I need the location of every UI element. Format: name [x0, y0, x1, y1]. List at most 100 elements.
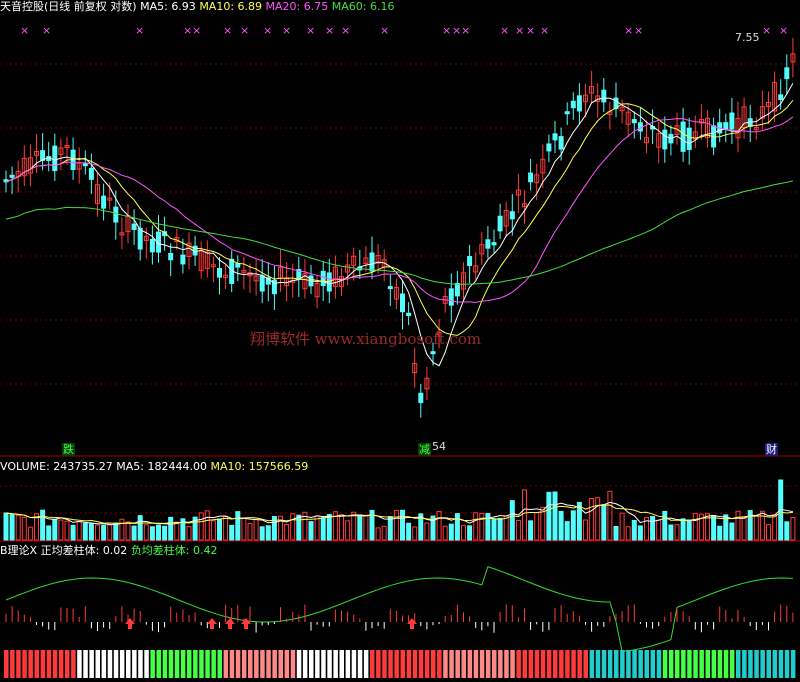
- signal-column: [223, 650, 229, 678]
- signal-column: [34, 650, 39, 678]
- candle-body: [418, 392, 424, 404]
- signal-column: [382, 650, 387, 678]
- signal-column: [742, 650, 747, 678]
- volume-bar: [631, 519, 637, 541]
- candle-body: [552, 133, 558, 141]
- volume-bar: [70, 524, 76, 541]
- event-marker-jian[interactable]: 减: [418, 443, 431, 456]
- candle-body: [180, 254, 186, 265]
- signal-column: [583, 650, 588, 678]
- volume-bar: [21, 516, 27, 541]
- signal-column: [357, 650, 363, 678]
- volume-bar: [680, 518, 686, 541]
- volume-bar: [101, 524, 107, 541]
- signal-column: [748, 650, 753, 678]
- volume-bar: [717, 525, 723, 541]
- candle-body: [448, 288, 454, 306]
- volume-bar: [113, 522, 119, 541]
- signal-column: [553, 650, 558, 678]
- candle-body: [400, 293, 405, 313]
- signal-column: [4, 650, 9, 678]
- signal-column: [461, 650, 466, 678]
- volume-bar: [692, 513, 698, 541]
- signal-column: [284, 650, 290, 678]
- volume-bar: [320, 517, 326, 541]
- volume-bar: [143, 524, 149, 541]
- pos-bar-label: 正均差柱体:: [40, 544, 100, 557]
- signal-column: [162, 650, 168, 678]
- volume-bar: [284, 524, 290, 541]
- signal-column: [516, 650, 521, 678]
- volume-bar: [174, 521, 180, 541]
- volume-bar: [168, 516, 174, 541]
- volume-bar: [253, 518, 259, 541]
- volume-bar: [662, 510, 668, 541]
- signal-column: [772, 650, 778, 678]
- volume-bar: [784, 521, 790, 541]
- candle-body: [369, 252, 375, 272]
- volume-bar: [589, 498, 595, 541]
- volume-bar: [326, 513, 332, 541]
- signal-column: [650, 650, 656, 678]
- signal-column: [778, 650, 784, 678]
- volume-bar: [546, 491, 552, 541]
- candle-body: [631, 119, 637, 124]
- signal-column: [620, 650, 625, 678]
- event-marker-die[interactable]: 跌: [62, 443, 75, 456]
- candle-body: [680, 121, 686, 152]
- signal-column: [58, 650, 64, 678]
- volume-bar: [454, 513, 460, 541]
- volume-bar: [58, 519, 64, 541]
- volume-bar: [656, 519, 662, 541]
- signal-column: [412, 650, 418, 678]
- signal-column: [40, 650, 46, 678]
- volume-bar: [436, 510, 442, 541]
- buy-arrow-icon: [225, 618, 235, 629]
- volume-bar: [412, 526, 418, 541]
- candle-body: [217, 268, 222, 278]
- volume-bar: [528, 520, 534, 541]
- signal-column: [266, 650, 271, 678]
- volume-bar: [619, 512, 625, 541]
- indicator-name: B理论X: [0, 544, 38, 557]
- volume-bar: [131, 525, 137, 541]
- volume-bar: [375, 527, 381, 541]
- signal-column: [437, 650, 442, 678]
- volume-bar: [351, 511, 357, 541]
- pos-bar-value: 0.02: [102, 544, 128, 557]
- signal-column: [790, 650, 796, 678]
- candle-body: [558, 136, 564, 150]
- volume-bar: [558, 510, 564, 541]
- volume-bar: [296, 514, 302, 541]
- signal-column: [766, 650, 771, 678]
- volume-value: 243735.27: [53, 460, 113, 473]
- signal-column: [595, 650, 601, 678]
- candle-body: [454, 282, 460, 297]
- signal-column: [345, 650, 351, 678]
- signal-column: [65, 650, 70, 678]
- signal-column: [89, 650, 94, 678]
- volume-bar: [534, 512, 540, 541]
- volume-bar: [229, 524, 235, 541]
- candle-body: [467, 256, 473, 267]
- signal-column: [229, 650, 235, 678]
- signal-column: [498, 650, 503, 678]
- volume-bar: [125, 521, 131, 541]
- signal-column: [10, 650, 15, 678]
- vol-ma5-label: MA5:: [116, 460, 145, 473]
- volume-bar: [235, 511, 241, 541]
- high-price-label: 7.55: [735, 31, 760, 44]
- neg-bar-value: 0.42: [193, 544, 218, 557]
- candle-body: [113, 206, 119, 223]
- volume-bar: [82, 522, 88, 541]
- candle-body: [9, 174, 15, 178]
- candle-body: [259, 275, 265, 292]
- signal-column: [522, 650, 527, 678]
- event-marker-cai[interactable]: 财: [765, 443, 778, 456]
- candle-body: [149, 238, 155, 253]
- signal-column: [546, 650, 552, 678]
- volume-bar: [40, 509, 46, 541]
- volume-bar: [668, 524, 674, 541]
- signal-column: [22, 650, 27, 678]
- signal-column: [668, 650, 674, 678]
